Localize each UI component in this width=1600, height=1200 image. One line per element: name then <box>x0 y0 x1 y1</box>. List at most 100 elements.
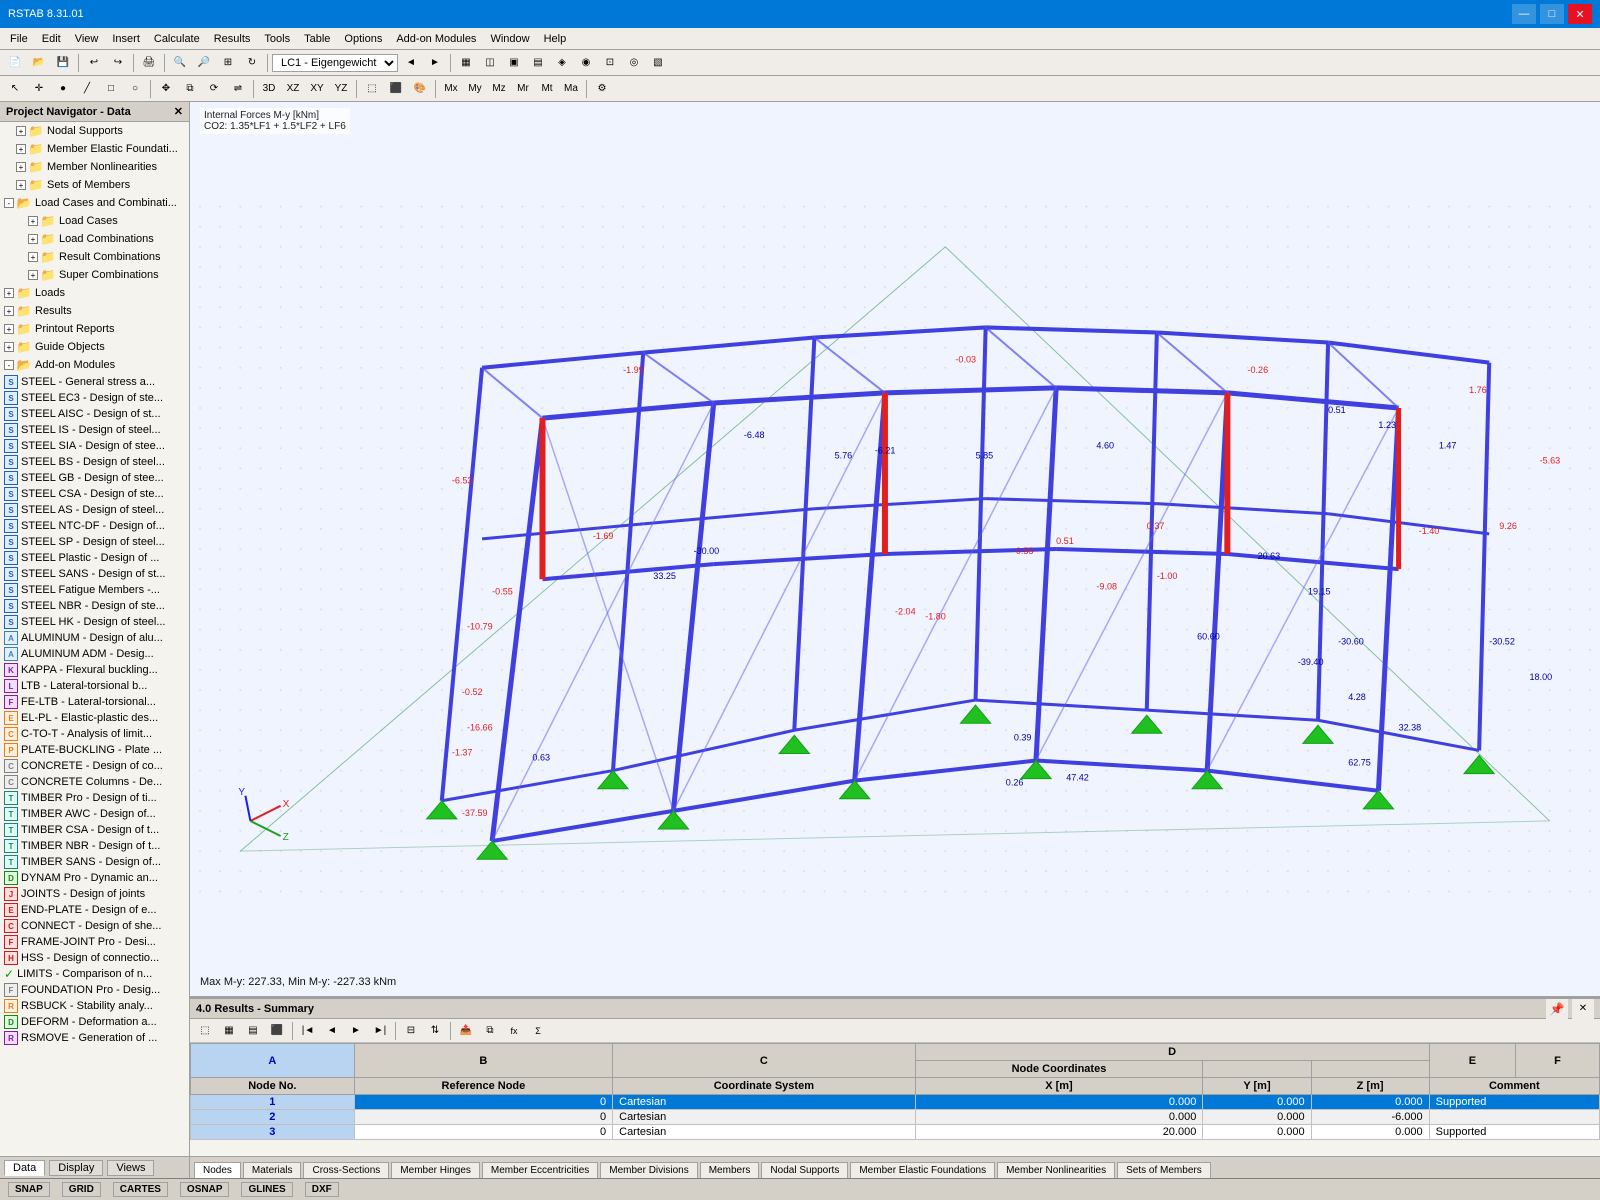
menu-insert[interactable]: Insert <box>106 31 146 47</box>
tb-b1[interactable]: ▦ <box>455 53 477 73</box>
module-steel-sans[interactable]: SSTEEL SANS - Design of st... <box>0 566 189 582</box>
module-end-plate[interactable]: EEND-PLATE - Design of e... <box>0 902 189 918</box>
module-timber-sans[interactable]: TTIMBER SANS - Design of... <box>0 854 189 870</box>
module-steel-is[interactable]: SSTEEL IS - Design of steel... <box>0 422 189 438</box>
viewport-3d[interactable]: Internal Forces M-y [kNm] CO2: 1.35*LF1 … <box>190 102 1600 998</box>
module-steel-sia[interactable]: SSTEEL SIA - Design of stee... <box>0 438 189 454</box>
tab-sets-of-members[interactable]: Sets of Members <box>1117 1162 1211 1178</box>
module-steel-gb[interactable]: SSTEEL GB - Design of stee... <box>0 470 189 486</box>
module-plate-buckling[interactable]: PPLATE-BUCKLING - Plate ... <box>0 742 189 758</box>
expand-lcc[interactable]: - <box>4 198 14 208</box>
module-limits[interactable]: ✓LIMITS - Comparison of n... <box>0 966 189 982</box>
menu-tools[interactable]: Tools <box>258 31 296 47</box>
tree-sets-members[interactable]: + 📁 Sets of Members <box>0 176 189 194</box>
tb-b6[interactable]: ◉ <box>575 53 597 73</box>
tb-lc-next[interactable]: ► <box>424 53 446 73</box>
expand-scomb[interactable]: + <box>28 270 38 280</box>
lc-dropdown[interactable]: LC1 - Eigengewicht <box>272 54 398 72</box>
menu-view[interactable]: View <box>69 31 105 47</box>
panel-close-btn[interactable]: ✕ <box>174 105 183 118</box>
menu-help[interactable]: Help <box>538 31 573 47</box>
module-steel-aisc[interactable]: SSTEEL AISC - Design of st... <box>0 406 189 422</box>
tree-guide[interactable]: + 📁 Guide Objects <box>0 338 189 356</box>
menu-options[interactable]: Options <box>338 31 388 47</box>
module-steel-ec3[interactable]: SSTEEL EC3 - Design of ste... <box>0 390 189 406</box>
module-steel-nbr[interactable]: SSTEEL NBR - Design of ste... <box>0 598 189 614</box>
expand-elastic[interactable]: + <box>16 144 26 154</box>
tb-rotate[interactable]: ↻ <box>241 53 263 73</box>
tb-b8[interactable]: ◎ <box>623 53 645 73</box>
tb2-ma[interactable]: Ma <box>560 79 582 99</box>
status-grid[interactable]: GRID <box>62 1182 101 1197</box>
tb-fit[interactable]: ⊞ <box>217 53 239 73</box>
tb-lc-prev[interactable]: ◄ <box>400 53 422 73</box>
expand-lcomb[interactable]: + <box>28 234 38 244</box>
rtb-prev[interactable]: ◄ <box>321 1021 343 1041</box>
table-row[interactable]: 2 0 Cartesian 0.000 0.000 -6.000 <box>191 1110 1600 1125</box>
module-framejoint[interactable]: FFRAME-JOINT Pro - Desi... <box>0 934 189 950</box>
expand-sets[interactable]: + <box>16 180 26 190</box>
expand-rcomb[interactable]: + <box>28 252 38 262</box>
tree-load-combinations[interactable]: + 📁 Load Combinations <box>0 230 189 248</box>
module-steel-hk[interactable]: SSTEEL HK - Design of steel... <box>0 614 189 630</box>
menu-window[interactable]: Window <box>484 31 535 47</box>
tb2-3d[interactable]: 3D <box>258 79 280 99</box>
rtb-node[interactable]: ⬚ <box>194 1021 216 1041</box>
module-elpl[interactable]: EEL-PL - Elastic-plastic des... <box>0 710 189 726</box>
module-timber-awc[interactable]: TTIMBER AWC - Design of... <box>0 806 189 822</box>
tree-super-combinations[interactable]: + 📁 Super Combinations <box>0 266 189 284</box>
rtb-first[interactable]: |◄ <box>297 1021 319 1041</box>
module-timber-pro[interactable]: TTIMBER Pro - Design of ti... <box>0 790 189 806</box>
module-aluminum[interactable]: AALUMINUM - Design of alu... <box>0 630 189 646</box>
module-concrete[interactable]: CCONCRETE - Design of co... <box>0 758 189 774</box>
tb-redo[interactable]: ↪ <box>107 53 129 73</box>
module-kappa[interactable]: KKAPPA - Flexural buckling... <box>0 662 189 678</box>
tb-print[interactable]: 🖨 <box>138 53 160 73</box>
tb-zoom-in[interactable]: 🔍 <box>169 53 191 73</box>
tree-results[interactable]: + 📁 Results <box>0 302 189 320</box>
module-rsbuck[interactable]: RRSBUCK - Stability analy... <box>0 998 189 1014</box>
rtb-last[interactable]: ►| <box>369 1021 391 1041</box>
tb2-select[interactable]: ↖ <box>4 79 26 99</box>
close-button[interactable]: ✕ <box>1568 4 1592 24</box>
tb2-wire[interactable]: ⬚ <box>361 79 383 99</box>
tb2-my[interactable]: My <box>464 79 486 99</box>
status-osnap[interactable]: OSNAP <box>180 1182 230 1197</box>
expand-printout[interactable]: + <box>4 324 14 334</box>
module-hss[interactable]: HHSS - Design of connectio... <box>0 950 189 966</box>
tb2-rect[interactable]: □ <box>100 79 122 99</box>
module-steel-sp[interactable]: SSTEEL SP - Design of steel... <box>0 534 189 550</box>
rtb-solid[interactable]: ⬛ <box>266 1021 288 1041</box>
tab-materials[interactable]: Materials <box>243 1162 302 1178</box>
tb-b7[interactable]: ⊡ <box>599 53 621 73</box>
module-timber-nbr[interactable]: TTIMBER NBR - Design of t... <box>0 838 189 854</box>
results-pin-btn[interactable]: 📌 <box>1546 999 1568 1019</box>
tb2-mr[interactable]: Mr <box>512 79 534 99</box>
pnav-display[interactable]: Display <box>49 1160 103 1176</box>
pnav-views[interactable]: Views <box>107 1160 154 1176</box>
tree-load-cases-comb[interactable]: - 📂 Load Cases and Combinati... <box>0 194 189 212</box>
tb2-yz[interactable]: YZ <box>330 79 352 99</box>
expand-loads[interactable]: + <box>4 288 14 298</box>
module-ltb[interactable]: LLTB - Lateral-torsional b... <box>0 678 189 694</box>
tab-nodal-supports[interactable]: Nodal Supports <box>761 1162 848 1178</box>
module-timber-csa[interactable]: TTIMBER CSA - Design of t... <box>0 822 189 838</box>
tree-load-cases[interactable]: + 📁 Load Cases <box>0 212 189 230</box>
tb2-mz[interactable]: Mz <box>488 79 510 99</box>
tab-member-divisions[interactable]: Member Divisions <box>600 1162 697 1178</box>
tb-zoom-out[interactable]: 🔎 <box>193 53 215 73</box>
tb2-copy[interactable]: ⧉ <box>179 79 201 99</box>
tb2-mt[interactable]: Mt <box>536 79 558 99</box>
tb2-xz[interactable]: XZ <box>282 79 304 99</box>
tb2-circle[interactable]: ○ <box>124 79 146 99</box>
tree-nodal-supports[interactable]: + 📁 Nodal Supports <box>0 122 189 140</box>
tb2-calc[interactable]: ⚙ <box>591 79 613 99</box>
module-steel-general[interactable]: SSTEEL - General stress a... <box>0 374 189 390</box>
tab-member-hinges[interactable]: Member Hinges <box>391 1162 480 1178</box>
module-connect[interactable]: CCONNECT - Design of she... <box>0 918 189 934</box>
tb-b2[interactable]: ◫ <box>479 53 501 73</box>
status-snap[interactable]: SNAP <box>8 1182 50 1197</box>
tb-b4[interactable]: ▤ <box>527 53 549 73</box>
pnav-data[interactable]: Data <box>4 1160 45 1176</box>
tb2-line[interactable]: ╱ <box>76 79 98 99</box>
